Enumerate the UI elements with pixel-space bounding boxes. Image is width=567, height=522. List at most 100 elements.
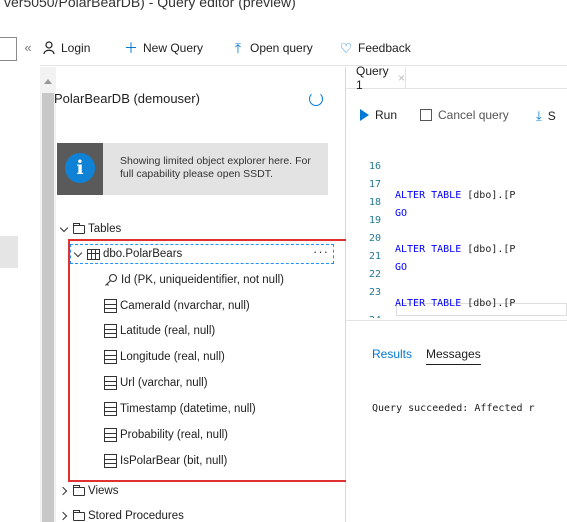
more-options-icon[interactable]: ··· — [313, 244, 329, 259]
window-title: ver5050/PolarBearDB) - Query editor (pre… — [4, 0, 296, 10]
chevron-right-icon[interactable] — [60, 511, 70, 521]
download-arrow-icon: ⤓ — [536, 108, 542, 123]
key-icon — [104, 273, 118, 287]
refresh-icon[interactable] — [309, 92, 323, 106]
code-line: 19 — [355, 204, 381, 226]
column-label: Longitude (real, null) — [120, 351, 225, 363]
code-text: ALTER TABLE [dbo].[P — [395, 298, 515, 309]
run-label: Run — [375, 108, 398, 122]
column-label: CameraId (nvarchar, null) — [120, 300, 250, 312]
tab-query-label: Query 1 — [356, 64, 389, 92]
info-icon: i — [65, 153, 95, 183]
left-nav-search-box[interactable] — [0, 37, 17, 61]
code-keyword: ALTER TABLE — [395, 298, 462, 309]
tree-node-tables[interactable]: Tables — [60, 219, 121, 239]
code-rest: [dbo].[P — [461, 298, 516, 309]
code-line: 18 GO — [355, 186, 407, 219]
line-number: 23 — [368, 287, 381, 298]
explorer-scroll-thumb[interactable] — [42, 93, 54, 522]
login-button[interactable]: Login — [42, 40, 90, 56]
chevron-right-icon[interactable] — [60, 486, 70, 496]
column-label: Url (varchar, null) — [120, 377, 208, 389]
folder-icon — [73, 484, 85, 496]
cancel-query-label: Cancel query — [438, 108, 509, 122]
left-nav-selected-item[interactable] — [0, 236, 18, 268]
tree-node-column[interactable]: Url (varchar, null) — [104, 373, 208, 393]
code-line: 17 ALTER TABLE [dbo].[P — [355, 168, 515, 201]
user-icon — [42, 41, 56, 55]
code-keyword: GO — [395, 262, 408, 273]
column-label: Probability (real, null) — [120, 429, 229, 441]
chevron-down-icon[interactable] — [74, 249, 84, 259]
tab-query-1[interactable]: Query 1 × — [346, 64, 406, 92]
query-editor-toolbar: Login ＋ New Query ⤒ Open query ♡ Feedbac… — [40, 26, 567, 66]
code-rest: [dbo].[P — [461, 190, 516, 201]
table-icon — [87, 248, 100, 260]
tree-node-column[interactable]: CameraId (nvarchar, null) — [104, 296, 250, 316]
stop-icon — [420, 109, 432, 121]
column-icon — [104, 428, 117, 442]
code-line: 24 GO — [355, 304, 381, 318]
code-editor[interactable]: 16 17 ALTER TABLE [dbo].[P 18 GO 19 20 A… — [355, 150, 567, 318]
tree-node-column[interactable]: Longitude (real, null) — [104, 347, 225, 367]
new-query-label: New Query — [143, 41, 204, 55]
column-icon — [104, 402, 117, 416]
tab-results[interactable]: Results — [372, 347, 412, 365]
column-label: IsPolarBear (bit, null) — [120, 455, 228, 467]
cancel-query-button[interactable]: Cancel query — [420, 108, 509, 122]
feedback-button[interactable]: ♡ Feedback — [339, 40, 411, 56]
editor-results-divider[interactable] — [346, 320, 567, 321]
new-query-button[interactable]: ＋ New Query — [124, 40, 203, 56]
tree-node-column[interactable]: Latitude (real, null) — [104, 321, 215, 341]
plus-icon: ＋ — [124, 40, 138, 56]
code-line: 20 ALTER TABLE [dbo].[P — [355, 222, 515, 255]
results-tab-strip: Results Messages — [372, 347, 481, 365]
code-text: ALTER TABLE [dbo].[P — [395, 244, 515, 255]
query-toolbar: Run Cancel query ⤓ S — [346, 108, 567, 128]
tables-label: Tables — [88, 223, 122, 235]
column-icon — [104, 376, 117, 390]
line-number: 24 — [355, 315, 381, 318]
code-keyword: GO — [395, 208, 408, 219]
column-icon — [104, 324, 117, 338]
stored-procedures-label: Stored Procedures — [88, 510, 184, 522]
code-text: GO — [395, 262, 407, 273]
heart-icon: ♡ — [339, 40, 353, 56]
tree-node-column[interactable]: Id (PK, uniqueidentifier, not null) — [104, 270, 284, 290]
tree-node-column[interactable]: IsPolarBear (bit, null) — [104, 451, 227, 471]
code-line: 22 — [355, 258, 381, 280]
tree-node-polarbears[interactable]: dbo.PolarBears — [74, 244, 182, 264]
code-keyword: ALTER TABLE — [395, 190, 462, 201]
upload-arrow-icon: ⤒ — [234, 40, 242, 56]
folder-icon — [73, 222, 85, 234]
column-icon — [104, 350, 117, 364]
code-line: 23 ALTER TABLE [dbo].[P — [355, 276, 515, 309]
scroll-up-arrow-icon[interactable] — [44, 79, 52, 84]
left-nav-strip — [0, 26, 18, 522]
column-icon — [104, 299, 117, 313]
column-icon — [104, 454, 117, 468]
column-label: Latitude (real, null) — [120, 325, 216, 337]
table-name: dbo.PolarBears — [103, 248, 183, 260]
column-label: Timestamp (datetime, null) — [120, 403, 256, 415]
feedback-label: Feedback — [358, 41, 411, 55]
tab-messages[interactable]: Messages — [426, 347, 481, 365]
collapse-left-panel-icon[interactable]: « — [21, 38, 35, 58]
code-rest: [dbo].[P — [461, 244, 516, 255]
code-keyword: ALTER TABLE — [395, 244, 462, 255]
column-label: Id (PK, uniqueidentifier, not null) — [121, 274, 285, 286]
info-banner-text: Showing limited object explorer here. Fo… — [120, 155, 311, 180]
save-query-button[interactable]: ⤓ S — [536, 108, 556, 124]
tree-node-stored-procedures[interactable]: Stored Procedures — [60, 506, 184, 522]
close-icon[interactable]: × — [398, 71, 405, 85]
code-text: ALTER TABLE [dbo].[P — [395, 190, 515, 201]
run-button[interactable]: Run — [360, 108, 397, 122]
code-line: 21 GO — [355, 240, 407, 273]
folder-icon — [73, 509, 85, 521]
tree-node-views[interactable]: Views — [60, 481, 118, 501]
tree-node-column[interactable]: Timestamp (datetime, null) — [104, 399, 256, 419]
tree-node-column[interactable]: Probability (real, null) — [104, 425, 228, 445]
chevron-down-icon[interactable] — [60, 224, 70, 234]
open-query-button[interactable]: ⤒ Open query — [231, 40, 313, 56]
open-query-label: Open query — [250, 41, 313, 55]
